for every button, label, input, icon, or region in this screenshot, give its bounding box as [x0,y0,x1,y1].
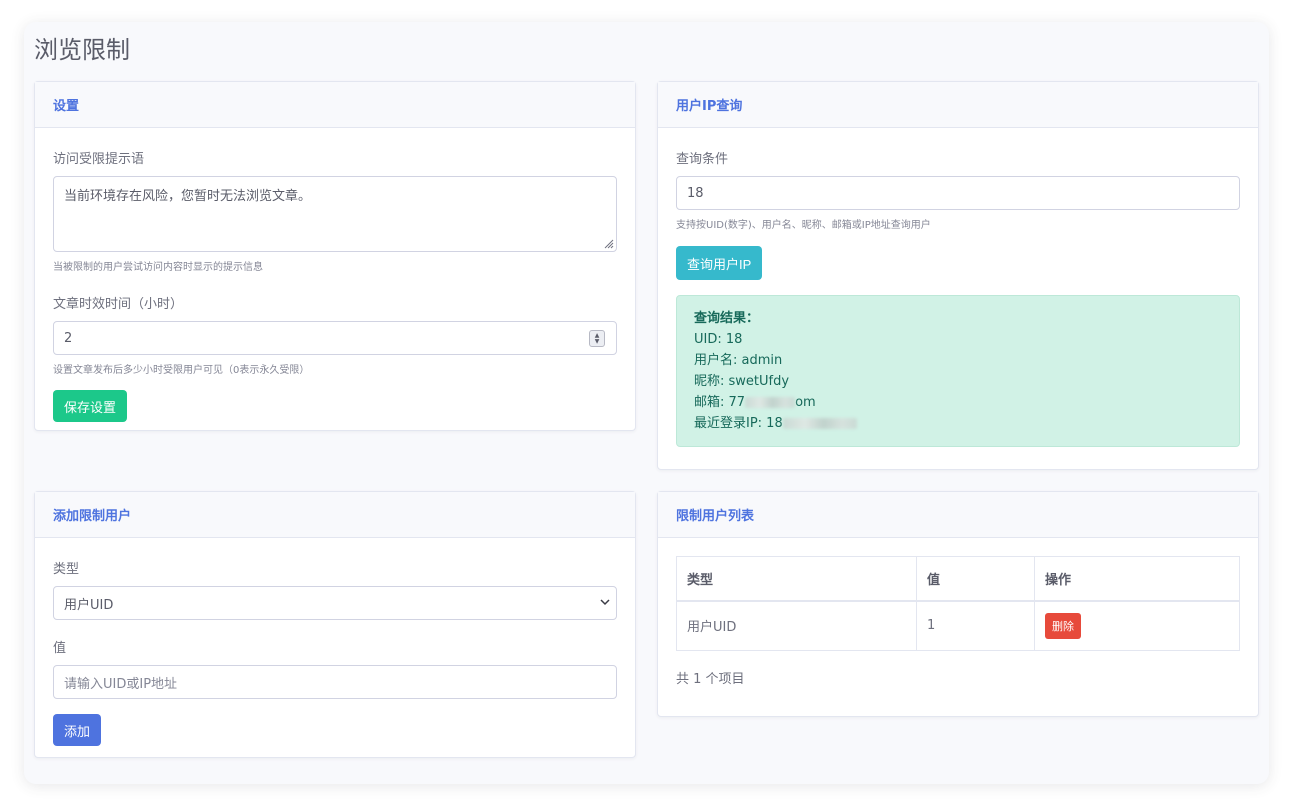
restricted-list-card-header: 限制用户列表 [658,492,1258,538]
hours-help: 设置文章发布后多少小时受限用户可见（0表示永久受限） [53,365,310,376]
value-placeholder: 请输入UID或IP地址 [64,676,178,692]
ip-redaction [782,418,857,429]
type-select[interactable]: 用户UID [53,586,617,620]
message-help: 当被限制的用户尝试访问内容时显示的提示信息 [53,262,263,273]
table-row: 用户UID 1 删除 [676,600,1240,651]
condition-value: 18 [687,185,704,201]
result-email-prefix: 邮箱: 77 [694,395,746,410]
column-header-action: 操作 [1034,556,1240,602]
table-header-row: 类型 值 操作 [676,556,1240,602]
message-text: 当前环境存在风险，您暂时无法浏览文章。 [64,189,312,204]
result-email: 邮箱: 77 om [694,392,1222,413]
result-username: 用户名: admin [694,353,783,368]
save-settings-button[interactable]: 保存设置 [53,390,128,422]
ip-query-card: 用户IP查询 查询条件 18 支持按UID(数字)、用户名、昵称、邮箱或IP地址… [657,81,1259,470]
restricted-users-table: 类型 值 操作 用户UID 1 删除 [676,556,1240,651]
message-textarea[interactable]: 当前环境存在风险，您暂时无法浏览文章。 [53,176,617,252]
number-spinner[interactable]: ▲ ▼ [589,330,605,347]
result-nickname: 昵称: swetUfdy [694,374,790,389]
condition-input[interactable]: 18 [676,176,1240,210]
chevron-down-icon [600,599,610,606]
value-label: 值 [53,641,67,656]
settings-card: 设置 访问受限提示语 当前环境存在风险，您暂时无法浏览文章。 当被限制的用户尝试… [34,81,636,431]
value-input[interactable]: 请输入UID或IP地址 [53,665,617,699]
condition-help: 支持按UID(数字)、用户名、昵称、邮箱或IP地址查询用户 [676,220,931,231]
ip-query-card-header: 用户IP查询 [658,82,1258,128]
row-action-cell: 删除 [1034,600,1240,651]
result-title: 查询结果： [694,311,760,326]
condition-label: 查询条件 [676,152,729,167]
message-label: 访问受限提示语 [53,152,145,167]
row-type: 用户UID [676,600,917,651]
resize-handle-icon[interactable] [602,237,614,249]
hours-input[interactable]: 2 ▲ ▼ [53,321,617,355]
page-title: 浏览限制 [34,36,130,64]
query-result-box: 查询结果： UID: 18 用户名: admin 昵称: swetUfdy 邮箱… [676,295,1240,447]
restricted-list-card: 限制用户列表 类型 值 操作 用户UID 1 删除 共 1 个项目 [657,491,1259,717]
result-uid: UID: 18 [694,332,743,347]
column-header-type: 类型 [676,556,917,602]
add-button[interactable]: 添加 [53,714,102,746]
email-redaction [745,397,796,408]
query-ip-button[interactable]: 查询用户IP [676,246,763,280]
spinner-down-icon[interactable]: ▼ [595,338,600,345]
type-label: 类型 [53,562,80,577]
total-count: 共 1 个项目 [676,672,745,687]
result-email-suffix: om [795,395,816,410]
page-container: 浏览限制 设置 访问受限提示语 当前环境存在风险，您暂时无法浏览文章。 当被限制… [24,22,1269,784]
result-ip: 最近登录IP: 18 [694,413,1222,434]
delete-button[interactable]: 删除 [1045,612,1081,639]
row-value: 1 [916,600,1035,651]
hours-value: 2 [64,330,73,346]
add-user-card-header: 添加限制用户 [35,492,635,538]
add-user-card: 添加限制用户 类型 用户UID 值 请输入UID或IP地址 添加 [34,491,636,758]
column-header-value: 值 [916,556,1035,602]
hours-label: 文章时效时间（小时） [53,297,184,312]
settings-card-header: 设置 [35,82,635,128]
type-selected-value: 用户UID [64,597,114,613]
result-ip-prefix: 最近登录IP: 18 [694,416,783,431]
